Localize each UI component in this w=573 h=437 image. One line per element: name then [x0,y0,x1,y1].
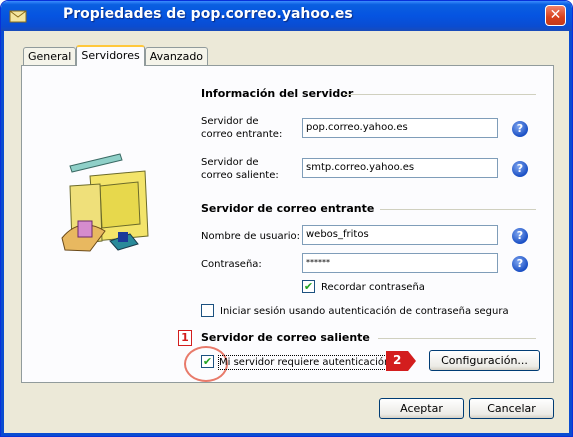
password-label: Contraseña: [201,259,262,270]
remember-password-checkbox[interactable]: ✔ [302,280,315,293]
outgoing-server-title: Servidor de correo saliente [201,331,370,344]
mail-properties-icon [9,7,27,25]
secure-auth-label: Iniciar sesión usando autenticación de c… [220,306,509,317]
window-border-left [1,31,4,436]
incoming-server-input[interactable]: pop.correo.yahoo.es [302,118,498,138]
accept-button[interactable]: Aceptar [379,398,464,419]
annotation-marker-2-label: 2 [393,353,402,367]
tab-avanzado[interactable]: Avanzado [144,47,209,66]
incoming-server-title: Servidor de correo entrante [201,202,375,215]
window-border-bottom [1,433,572,436]
window-border-right [569,31,572,436]
annotation-marker-2: 2 [386,351,416,371]
section-divider [380,209,536,210]
help-icon[interactable]: ? [512,256,528,272]
tab-strip: General Servidores Avanzado [23,45,209,66]
server-info-title: Información del servidor [201,87,354,100]
section-divider [344,94,536,95]
close-icon: ✕ [549,7,562,23]
incoming-server-label: Servidor de correo entrante: [201,116,283,140]
properties-window: Propiedades de pop.correo.yahoo.es ✕ Gen… [0,0,573,437]
password-input[interactable]: ****** [302,253,498,273]
outgoing-server-input[interactable]: smtp.correo.yahoo.es [302,158,498,178]
help-icon[interactable]: ? [512,161,528,177]
window-title: Propiedades de pop.correo.yahoo.es [63,6,353,22]
title-bar[interactable]: Propiedades de pop.correo.yahoo.es ✕ [1,1,572,31]
servers-panel: Información del servidor Servidor de cor… [21,65,554,383]
close-button[interactable]: ✕ [545,5,566,26]
username-label: Nombre de usuario: [201,231,300,242]
tab-servidores[interactable]: Servidores [76,45,145,66]
outgoing-auth-label: Mi servidor requiere autenticación [217,355,392,370]
help-icon[interactable]: ? [512,228,528,244]
tab-general[interactable]: General [23,47,77,66]
secure-auth-checkbox[interactable] [201,304,214,317]
username-input[interactable]: webos_fritos [302,225,498,245]
remember-password-label: Recordar contraseña [321,282,425,293]
section-divider [378,338,536,339]
configuration-button[interactable]: Configuración... [429,350,540,371]
cancel-button[interactable]: Cancelar [469,398,554,419]
annotation-marker-1: 1 [178,330,192,346]
help-icon[interactable]: ? [512,121,528,137]
mail-server-computer-icon [60,146,160,256]
outgoing-server-label: Servidor de correo saliente: [201,157,279,181]
outgoing-auth-checkbox[interactable]: ✔ [201,355,214,368]
